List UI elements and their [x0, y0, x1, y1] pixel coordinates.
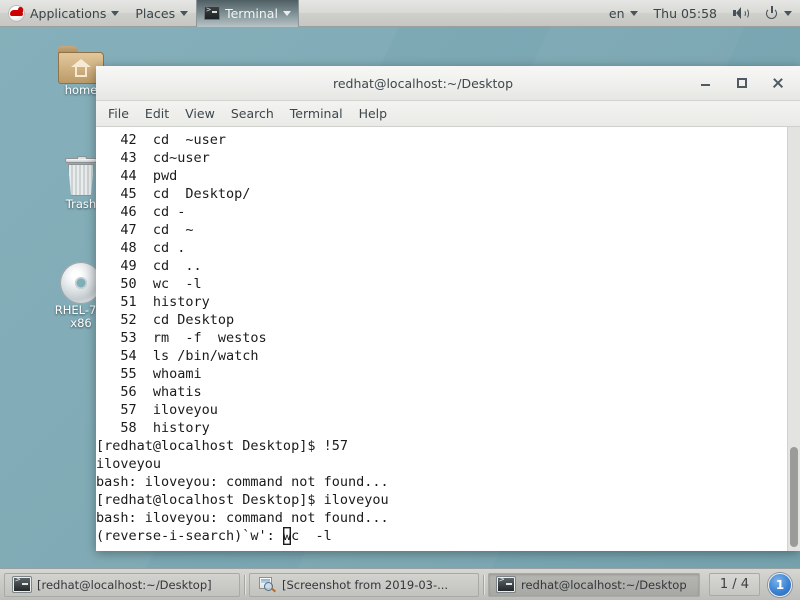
- keyboard-layout-label: en: [608, 5, 625, 21]
- terminal-window: redhat@localhost:~/Desktop File Edit Vie…: [96, 66, 800, 551]
- terminal-icon: [204, 5, 221, 20]
- redhat-logo-icon: [8, 4, 25, 22]
- taskbar-separator: [483, 574, 484, 595]
- terminal-line: 44 pwd: [96, 168, 178, 184]
- menu-terminal[interactable]: Terminal: [282, 103, 351, 124]
- menu-file[interactable]: File: [100, 103, 137, 124]
- places-menu-label: Places: [135, 5, 176, 21]
- chevron-down-icon: [282, 10, 291, 16]
- terminal-menu-bar: File Edit View Search Terminal Help: [96, 101, 800, 127]
- terminal-line: 58 history: [96, 420, 210, 436]
- terminal-line: 49 cd ..: [96, 258, 202, 274]
- terminal-icon: [496, 575, 516, 593]
- terminal-line: [redhat@localhost Desktop]$ iloveyou: [96, 492, 389, 508]
- taskbar-item-label: [redhat@localhost:~/Desktop]: [37, 577, 212, 592]
- terminal-line: 57 iloveyou: [96, 402, 218, 418]
- terminal-line: 54 ls /bin/watch: [96, 348, 259, 364]
- desktop-screen: home Trash RHEL-7.3 x86 Applications Pla…: [0, 0, 800, 600]
- taskbar-item-label: [Screenshot from 2019-03-...: [282, 577, 449, 592]
- keyboard-layout-indicator[interactable]: en: [601, 0, 646, 27]
- chevron-down-icon: [180, 10, 189, 16]
- terminal-line: 48 cd .: [96, 240, 186, 256]
- power-icon: [765, 6, 779, 20]
- screenshot-icon: [258, 576, 276, 593]
- taskbar-item-terminal-2[interactable]: redhat@localhost:~/Desktop: [488, 572, 700, 597]
- volume-indicator[interactable]: [725, 0, 757, 27]
- terminal-line: bash: iloveyou: command not found...: [96, 510, 389, 526]
- menu-help[interactable]: Help: [351, 103, 396, 124]
- applications-menu[interactable]: Applications: [0, 0, 127, 27]
- clock[interactable]: Thu 05:58: [646, 0, 725, 27]
- applications-menu-label: Applications: [30, 5, 107, 21]
- terminal-line: 47 cd ~: [96, 222, 194, 238]
- terminal-line: 53 rm -f westos: [96, 330, 267, 346]
- window-title: redhat@localhost:~/Desktop: [332, 75, 514, 91]
- taskbar-item-terminal-1[interactable]: [redhat@localhost:~/Desktop]: [4, 572, 240, 597]
- minimize-icon[interactable]: [698, 75, 714, 91]
- chevron-down-icon: [784, 10, 792, 16]
- terminal-output[interactable]: 42 cd ~user 43 cd~user 44 pwd 45 cd Desk…: [96, 127, 787, 551]
- terminal-scrollbar[interactable]: [787, 127, 800, 551]
- terminal-line: iloveyou: [96, 456, 162, 472]
- workspace-indicator: 1 / 4 1: [708, 572, 796, 597]
- menu-view[interactable]: View: [177, 103, 223, 124]
- window-menu-terminal[interactable]: Terminal: [196, 0, 299, 27]
- reverse-search-suffix: c -l: [291, 528, 332, 544]
- taskbar-separator: [244, 574, 245, 595]
- reverse-search-prefix: (reverse-i-search)`w':: [96, 528, 283, 544]
- terminal-line: [redhat@localhost Desktop]$ !57: [96, 438, 348, 454]
- menu-search[interactable]: Search: [223, 103, 282, 124]
- terminal-line: 46 cd -: [96, 204, 186, 220]
- terminal-line: 55 whoami: [96, 366, 202, 382]
- notification-badge[interactable]: 1: [768, 572, 792, 597]
- bottom-panel: [redhat@localhost:~/Desktop] [Screenshot…: [0, 568, 800, 600]
- chevron-down-icon: [111, 10, 120, 16]
- system-menu[interactable]: [757, 0, 800, 27]
- workspace-count[interactable]: 1 / 4: [708, 573, 760, 596]
- terminal-title-bar[interactable]: redhat@localhost:~/Desktop: [96, 66, 800, 101]
- clock-label: Thu 05:58: [653, 5, 717, 21]
- terminal-line: 42 cd ~user: [96, 132, 227, 148]
- top-panel: Applications Places Terminal en Thu 05:5…: [0, 0, 800, 27]
- window-controls: [698, 75, 800, 91]
- terminal-prompt-line[interactable]: (reverse-i-search)`w': wc -l: [96, 527, 787, 545]
- close-icon[interactable]: [770, 75, 786, 91]
- terminal-line: 52 cd Desktop: [96, 312, 235, 328]
- terminal-body[interactable]: 42 cd ~user 43 cd~user 44 pwd 45 cd Desk…: [96, 127, 800, 551]
- terminal-line: 50 wc -l: [96, 276, 202, 292]
- terminal-icon: [12, 575, 32, 593]
- window-menu-label: Terminal: [225, 5, 278, 21]
- taskbar-item-label: redhat@localhost:~/Desktop: [521, 577, 687, 592]
- speaker-icon: [733, 6, 749, 20]
- taskbar-item-screenshot[interactable]: [Screenshot from 2019-03-...: [249, 572, 479, 597]
- scrollbar-thumb[interactable]: [790, 447, 798, 547]
- maximize-icon[interactable]: [734, 75, 750, 91]
- places-menu[interactable]: Places: [127, 0, 196, 27]
- text-cursor: w: [282, 527, 292, 545]
- terminal-line: 56 whatis: [96, 384, 202, 400]
- terminal-line: 51 history: [96, 294, 210, 310]
- terminal-line: 45 cd Desktop/: [96, 186, 251, 202]
- terminal-line: bash: iloveyou: command not found...: [96, 474, 389, 490]
- chevron-down-icon: [629, 10, 638, 16]
- menu-edit[interactable]: Edit: [137, 103, 177, 124]
- terminal-line: 43 cd~user: [96, 150, 210, 166]
